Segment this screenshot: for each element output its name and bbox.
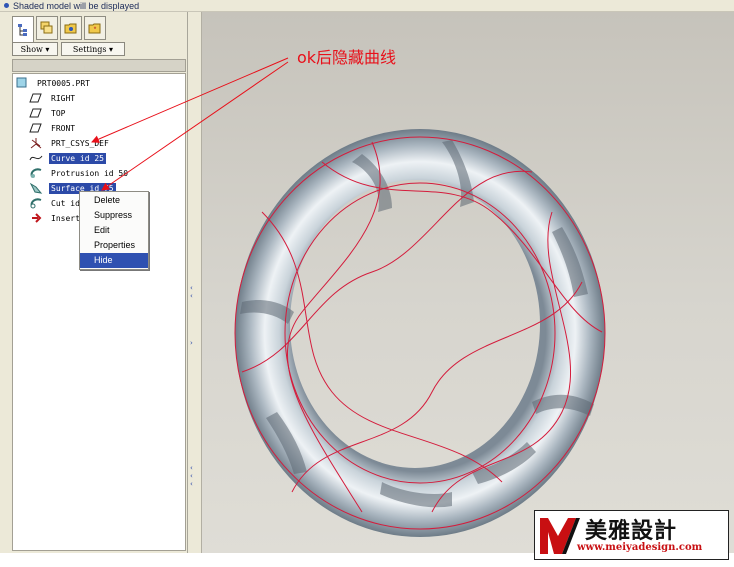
meiya-m-logo: [540, 518, 580, 554]
watermark-url: www.meiyadesign.com: [577, 542, 703, 553]
annotation-arrows: [91, 57, 289, 191]
watermark-cn: 美雅設計: [585, 519, 678, 544]
meiya-logo: 美雅設計 www.meiyadesign.com: [534, 510, 729, 560]
